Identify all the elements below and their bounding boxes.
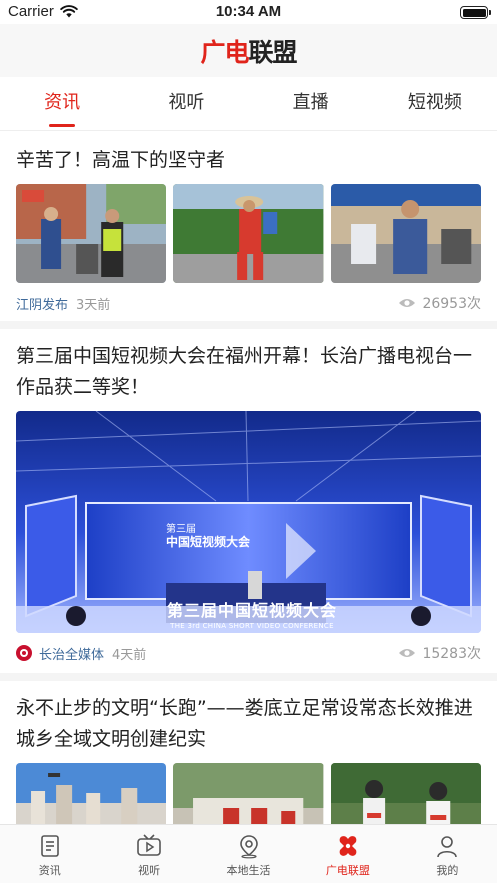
news-feed[interactable]: 辛苦了！高温下的坚守者 江阴发布 3天前 26953次 第三届中国短视频大会在福… <box>0 131 497 824</box>
article-thumbnail[interactable] <box>173 763 324 824</box>
view-count: 15283次 <box>398 643 481 663</box>
nav-union[interactable]: 广电联盟 <box>298 825 397 883</box>
eye-icon <box>399 649 416 657</box>
cover-banner: 第三届中国短视频大会 THE 3rd CHINA SHORT VIDEO CON… <box>166 601 337 630</box>
article-card[interactable]: 辛苦了！高温下的坚守者 江阴发布 3天前 26953次 <box>0 131 497 329</box>
tv-icon <box>137 834 161 856</box>
bottom-navigation: 资讯 视听 本地生活 广电联盟 我的 <box>0 824 497 883</box>
active-tab-indicator <box>49 124 76 127</box>
app-logo: 广电联盟 <box>200 37 297 67</box>
nav-local-life[interactable]: 本地生活 <box>199 825 298 883</box>
status-bar: Carrier 10:34 AM <box>0 0 497 24</box>
location-icon <box>239 835 258 859</box>
tab-live[interactable]: 直播 <box>249 77 373 130</box>
tab-news[interactable]: 资讯 <box>0 77 124 130</box>
cover-screen-label: 第三届 中国短视频大会 <box>166 524 251 549</box>
source-logo-icon <box>16 645 32 661</box>
status-time: 10:34 AM <box>215 3 282 20</box>
article-thumbnail[interactable] <box>16 184 167 283</box>
tab-audiovisual[interactable]: 视听 <box>124 77 248 130</box>
app-header: 广电联盟 <box>0 24 497 77</box>
battery-icon <box>460 6 491 19</box>
nav-news[interactable]: 资讯 <box>0 825 99 883</box>
article-title[interactable]: 辛苦了！高温下的坚守者 <box>16 131 481 176</box>
category-tabs: 资讯 视听 直播 短视频 <box>0 77 497 131</box>
article-time: 4天前 <box>112 647 147 663</box>
article-card[interactable]: 第三届中国短视频大会在福州开幕！长治广播电视台一作品获二等奖！ 第三届 中国短视… <box>0 329 497 681</box>
article-card[interactable]: 永不止步的文明“长跑”——娄底立足常设常态长效推进城乡全域文明创建纪实 <box>0 681 497 824</box>
tab-short-video[interactable]: 短视频 <box>373 77 497 130</box>
article-title[interactable]: 永不止步的文明“长跑”——娄底立足常设常态长效推进城乡全域文明创建纪实 <box>16 681 481 755</box>
nav-mine[interactable]: 我的 <box>398 825 497 883</box>
article-thumbnail[interactable] <box>330 763 481 824</box>
article-thumbnail[interactable] <box>173 184 324 283</box>
nav-audiovisual[interactable]: 视听 <box>99 825 198 883</box>
article-cover-image[interactable]: 第三届 中国短视频大会 第三届中国短视频大会 THE 3rd CHINA SHO… <box>16 411 481 633</box>
union-icon <box>339 836 357 856</box>
article-thumbnail[interactable] <box>16 763 167 824</box>
person-icon <box>437 836 458 858</box>
news-icon <box>40 835 59 857</box>
eye-icon <box>399 299 416 307</box>
article-title[interactable]: 第三届中国短视频大会在福州开幕！长治广播电视台一作品获二等奖！ <box>16 329 481 403</box>
article-time: 3天前 <box>76 297 111 313</box>
view-count: 26953次 <box>398 293 481 313</box>
article-source[interactable]: 长治全媒体 <box>39 644 104 663</box>
article-source[interactable]: 江阴发布 <box>16 294 68 313</box>
article-thumbnail[interactable] <box>330 184 481 283</box>
